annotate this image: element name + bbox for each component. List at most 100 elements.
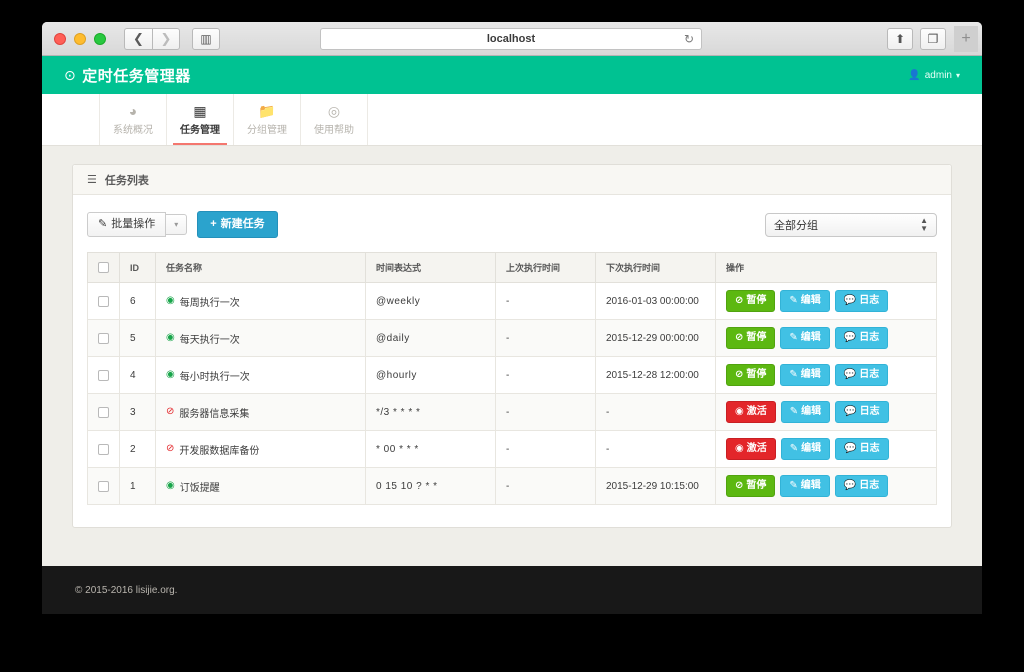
table-row[interactable]: 4 ◉ 每小时执行一次 @hourly - 2015-12-28 12:00:0 <box>88 357 937 394</box>
edit-button[interactable]: ✎编辑 <box>781 438 830 460</box>
task-name-text: 订饭提醒 <box>180 479 220 494</box>
cell-cron: 0 15 10 ? * * <box>366 468 496 505</box>
new-tab-icon[interactable]: + <box>954 26 978 52</box>
tab-system-overview[interactable]: ◕ 系统概况 <box>99 94 167 145</box>
minimize-window-button[interactable] <box>74 33 86 45</box>
column-header-last-run: 上次执行时间 <box>496 253 596 283</box>
edit-button[interactable]: ✎ 编辑 <box>780 364 829 386</box>
address-bar[interactable]: localhost ↻ <box>320 28 702 50</box>
table-row[interactable]: 1 ◉ 订饭提醒 0 15 10 ? * * - 2015-12-29 10:1 <box>88 468 937 505</box>
cell-id: 1 <box>120 468 156 505</box>
user-menu[interactable]: 👤 admin ▾ <box>908 70 960 81</box>
sidebar-icon[interactable]: ▥ <box>192 28 220 50</box>
table-row[interactable]: 5 ◉ 每天执行一次 @daily - 2015-12-29 00:00:00 <box>88 320 937 357</box>
log-label: 日志 <box>860 443 880 455</box>
tab-group-management[interactable]: 📁 分组管理 <box>233 94 301 145</box>
edit-label: 编辑 <box>801 406 821 418</box>
chevron-down-icon: ▾ <box>174 220 178 229</box>
table-row[interactable]: 3 ⊘ 服务器信息采集 */3 * * * * - - <box>88 394 937 431</box>
log-label: 日志 <box>859 295 879 307</box>
activate-label: 激活 <box>747 443 767 455</box>
edit-label: 编辑 <box>801 369 821 381</box>
batch-operation-dropdown-toggle[interactable]: ▾ <box>166 214 187 235</box>
cell-actions: ⊘暂停 ✎ 编辑 💬日志 <box>716 357 937 394</box>
plus-icon: + <box>210 218 216 231</box>
back-icon[interactable]: ❮ <box>124 28 152 50</box>
log-button[interactable]: 💬日志 <box>835 401 888 423</box>
pencil-icon: ✎ <box>789 295 797 307</box>
toolbar-left-group: ✎ 批量操作 ▾ + 新建任务 <box>87 211 278 238</box>
edit-button[interactable]: ✎编辑 <box>780 475 829 497</box>
select-spinner-icon: ▲▼ <box>920 217 928 231</box>
table-row[interactable]: 6 ◉ 每周执行一次 @weekly - 2016-01-03 00:00:00 <box>88 283 937 320</box>
activate-button[interactable]: ◉激活 <box>726 438 776 460</box>
tab-task-management[interactable]: ▦ 任务管理 <box>166 94 234 145</box>
share-icon[interactable]: ⬆ <box>887 28 913 50</box>
close-window-button[interactable] <box>54 33 66 45</box>
group-filter-select[interactable]: 全部分组 ▲▼ <box>765 213 937 237</box>
edit-button[interactable]: ✎编辑 <box>781 401 830 423</box>
new-task-button[interactable]: + 新建任务 <box>197 211 277 238</box>
cell-cron: @hourly <box>366 357 496 394</box>
log-button[interactable]: 💬 日志 <box>835 438 888 460</box>
pause-button[interactable]: ⊘暂停 <box>726 475 775 497</box>
log-button[interactable]: 💬日志 <box>835 327 888 349</box>
browser-right-buttons: ⬆ ❐ <box>887 28 946 50</box>
task-toolbar: ✎ 批量操作 ▾ + 新建任务 全部分组 <box>87 211 937 238</box>
page-title: 定时任务管理器 <box>82 65 191 86</box>
ban-icon: ⊘ <box>166 407 174 417</box>
cell-id: 6 <box>120 283 156 320</box>
cell-actions: ◉激活 ✎编辑 💬 日志 <box>716 431 937 468</box>
table-row[interactable]: 2 ⊘ 开发服数据库备份 * 00 * * * - - <box>88 431 937 468</box>
maximize-window-button[interactable] <box>94 33 106 45</box>
cell-next-run: 2015-12-29 00:00:00 <box>596 320 716 357</box>
pause-button[interactable]: ⊘暂停 <box>726 290 775 312</box>
tabs-icon[interactable]: ❐ <box>920 28 946 50</box>
edit-button[interactable]: ✎编辑 <box>780 327 829 349</box>
navigation-buttons: ❮ ❯ <box>124 28 180 50</box>
cell-id: 5 <box>120 320 156 357</box>
log-label: 日志 <box>860 406 880 418</box>
row-select-cell <box>88 357 120 394</box>
column-header-cron: 时间表达式 <box>366 253 496 283</box>
comment-icon: 💬 <box>844 443 856 455</box>
edit-label: 编辑 <box>801 480 821 492</box>
tasks-table-body: 6 ◉ 每周执行一次 @weekly - 2016-01-03 00:00:00 <box>88 283 937 505</box>
forward-icon[interactable]: ❯ <box>152 28 180 50</box>
tab-help[interactable]: ◎ 使用帮助 <box>300 94 368 145</box>
row-checkbox[interactable] <box>98 444 109 455</box>
row-checkbox[interactable] <box>98 481 109 492</box>
window-traffic-lights <box>54 33 106 45</box>
batch-operation-button[interactable]: ✎ 批量操作 <box>87 212 166 237</box>
ban-icon: ⊘ <box>735 295 743 307</box>
select-all-checkbox[interactable] <box>98 262 109 273</box>
log-button[interactable]: 💬日志 <box>835 475 888 497</box>
main-tabbar: ◕ 系统概况 ▦ 任务管理 📁 分组管理 ◎ 使用帮助 <box>42 94 982 146</box>
cell-next-run: 2015-12-29 10:15:00 <box>596 468 716 505</box>
tab-label: 分组管理 <box>247 121 287 136</box>
log-button[interactable]: 💬日志 <box>835 364 888 386</box>
page-footer: © 2015-2016 lisijie.org. <box>42 566 982 614</box>
row-checkbox[interactable] <box>98 370 109 381</box>
browser-titlebar: ❮ ❯ ▥ localhost ↻ ⬆ ❐ + <box>42 22 982 56</box>
task-list-panel: ☰ 任务列表 ✎ 批量操作 ▾ <box>72 164 952 528</box>
activate-button[interactable]: ◉激活 <box>726 401 776 423</box>
pause-button[interactable]: ⊘暂停 <box>726 327 775 349</box>
row-checkbox[interactable] <box>98 407 109 418</box>
log-button[interactable]: 💬日志 <box>835 290 888 312</box>
edit-button[interactable]: ✎编辑 <box>780 290 829 312</box>
pencil-icon: ✎ <box>789 369 797 381</box>
pause-button[interactable]: ⊘暂停 <box>726 364 775 386</box>
cell-id: 3 <box>120 394 156 431</box>
row-checkbox[interactable] <box>98 333 109 344</box>
tab-label: 任务管理 <box>180 121 220 136</box>
row-checkbox[interactable] <box>98 296 109 307</box>
folder-icon: 📁 <box>258 104 275 118</box>
url-text: localhost <box>487 33 535 45</box>
user-icon: 👤 <box>908 70 920 81</box>
edit-label: 编辑 <box>801 332 821 344</box>
log-label: 日志 <box>859 332 879 344</box>
comment-icon: 💬 <box>844 480 856 492</box>
row-select-cell <box>88 468 120 505</box>
reload-icon[interactable]: ↻ <box>684 32 694 46</box>
